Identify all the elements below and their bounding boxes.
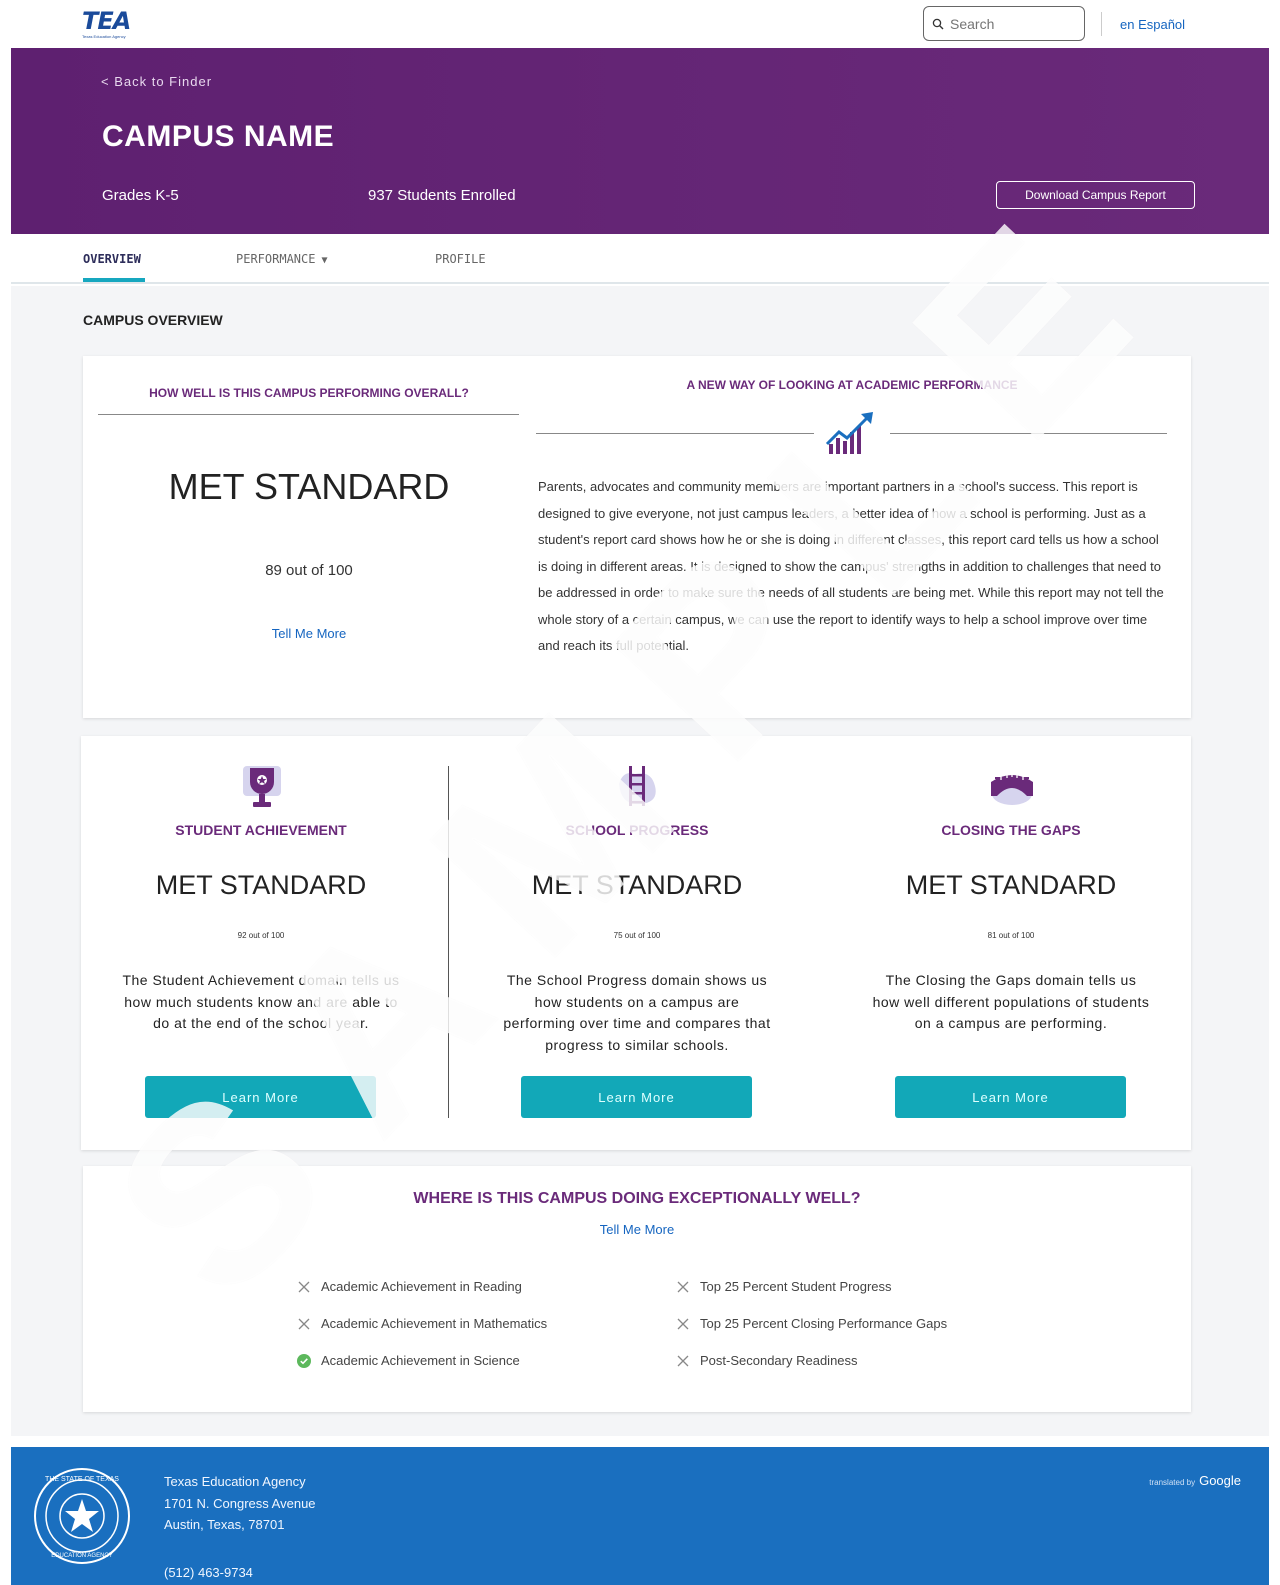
domain-title: SCHOOL PROGRESS	[565, 822, 709, 838]
x-icon	[677, 1281, 689, 1292]
campus-name: CAMPUS NAME	[102, 120, 335, 153]
domain-title: CLOSING THE GAPS	[941, 822, 1081, 838]
tab-performance-label: PERFORMANCE	[236, 252, 316, 266]
check-circle-icon	[297, 1353, 311, 1368]
domains-card: STUDENT ACHIEVEMENT MET STANDARD 92 out …	[81, 736, 1191, 1150]
footer-org: Texas Education Agency	[164, 1474, 306, 1489]
tab-overview[interactable]: OVERVIEW	[83, 252, 141, 266]
distinction-label: Academic Achievement in Mathematics	[321, 1316, 548, 1331]
google-translate-credit[interactable]: translated by Google	[1149, 1473, 1241, 1488]
enrollment-label: 937 Students Enrolled	[368, 187, 516, 204]
ladder-icon	[619, 766, 656, 806]
active-tab-indicator	[83, 278, 145, 282]
domain-rating: MET STANDARD	[905, 870, 1117, 900]
back-to-finder-link[interactable]: < Back to Finder	[101, 74, 212, 89]
growth-chart-icon	[825, 412, 873, 454]
distinction-item: Academic Achievement in Mathematics	[297, 1316, 547, 1331]
google-label: Google	[1199, 1473, 1241, 1488]
campus-hero: < Back to Finder CAMPUS NAME Grades K-5 …	[11, 48, 1269, 234]
intro-paragraph: Parents, advocates and community members…	[538, 479, 1164, 653]
bridge-icon	[991, 772, 1033, 805]
domain-score: 92 out of 100	[237, 931, 285, 940]
section-title: CAMPUS OVERVIEW	[83, 312, 223, 328]
tea-logo[interactable]: TEA Texas Education Agency	[82, 8, 152, 42]
texas-seal-icon: THE STATE OF TEXAS EDUCATION AGENCY	[34, 1468, 130, 1564]
footer-phone: (512) 463-9734	[164, 1565, 253, 1580]
domain-student-achievement: STUDENT ACHIEVEMENT MET STANDARD 92 out …	[81, 736, 441, 1150]
tab-performance[interactable]: PERFORMANCE ▼	[236, 252, 328, 266]
distinction-item: Post-Secondary Readiness	[676, 1353, 858, 1368]
distinctions-title: WHERE IS THIS CAMPUS DOING EXCEPTIONALLY…	[413, 1190, 861, 1207]
column-divider	[448, 766, 449, 1118]
distinction-item: Academic Achievement in Reading	[297, 1279, 522, 1294]
learn-more-button[interactable]: Learn More	[895, 1076, 1126, 1118]
distinction-label: Top 25 Percent Student Progress	[700, 1279, 892, 1294]
distinction-label: Top 25 Percent Closing Performance Gaps	[700, 1316, 948, 1331]
svg-text:THE STATE OF TEXAS: THE STATE OF TEXAS	[45, 1476, 119, 1483]
logo-text: TEA	[82, 7, 131, 35]
translated-by-label: translated by	[1149, 1478, 1196, 1487]
overall-card: HOW WELL IS THIS CAMPUS PERFORMING OVERA…	[83, 356, 1191, 718]
search-input[interactable]	[950, 15, 1070, 32]
tell-me-more-link[interactable]: Tell Me More	[99, 626, 519, 641]
domain-description: The Student Achievement domain tells us …	[122, 972, 400, 1031]
search-box[interactable]	[923, 6, 1085, 41]
tab-profile[interactable]: PROFILE	[435, 252, 486, 266]
logo-subtext: Texas Education Agency	[82, 34, 126, 39]
x-icon	[298, 1281, 310, 1292]
x-icon	[298, 1318, 310, 1329]
learn-more-button[interactable]: Learn More	[521, 1076, 752, 1118]
domain-rating: MET STANDARD	[155, 870, 367, 900]
distinction-label: Post-Secondary Readiness	[700, 1353, 858, 1368]
search-icon	[932, 18, 944, 29]
x-icon	[677, 1355, 689, 1366]
grades-label: Grades K-5	[102, 187, 179, 204]
learn-more-button[interactable]: Learn More	[145, 1076, 376, 1118]
main-content: CAMPUS OVERVIEW HOW WELL IS THIS CAMPUS …	[11, 286, 1269, 1436]
trophy-icon	[243, 766, 281, 807]
distinction-label: Academic Achievement in Science	[321, 1353, 520, 1368]
distinction-item: Top 25 Percent Student Progress	[676, 1279, 892, 1294]
download-report-button[interactable]: Download Campus Report	[996, 181, 1195, 209]
domain-description: The School Progress domain shows us how …	[503, 972, 771, 1053]
footer-address-line1: 1701 N. Congress Avenue	[164, 1495, 316, 1511]
header-divider	[1101, 12, 1102, 36]
domain-rating: MET STANDARD	[531, 870, 743, 900]
domain-closing-the-gaps: CLOSING THE GAPS MET STANDARD 81 out of …	[831, 736, 1191, 1150]
footer-address-line2: Austin, Texas, 78701	[164, 1517, 285, 1532]
chevron-down-icon: ▼	[321, 255, 328, 266]
distinction-item: Top 25 Percent Closing Performance Gaps	[676, 1316, 947, 1331]
divider	[890, 433, 1167, 434]
new-way-title: A NEW WAY OF LOOKING AT ACADEMIC PERFORM…	[686, 378, 1018, 392]
overall-question: HOW WELL IS THIS CAMPUS PERFORMING OVERA…	[149, 386, 469, 400]
language-link[interactable]: en Español	[1120, 17, 1185, 32]
footer-address: Texas Education Agency 1701 N. Congress …	[164, 1471, 316, 1536]
distinction-label: Academic Achievement in Reading	[321, 1279, 522, 1294]
divider	[98, 414, 519, 415]
divider	[536, 433, 814, 434]
top-bar: TEA Texas Education Agency en Español	[0, 0, 1280, 48]
domain-score: 81 out of 100	[987, 931, 1035, 940]
tab-bar: OVERVIEW PERFORMANCE ▼ PROFILE	[11, 234, 1269, 284]
overall-score: 89 out of 100	[265, 562, 353, 579]
distinction-item: Academic Achievement in Science	[297, 1353, 520, 1368]
domain-score: 75 out of 100	[613, 931, 661, 940]
domain-school-progress: SCHOOL PROGRESS MET STANDARD 75 out of 1…	[457, 736, 817, 1150]
domain-title: STUDENT ACHIEVEMENT	[175, 822, 347, 838]
footer: THE STATE OF TEXAS EDUCATION AGENCY Texa…	[11, 1447, 1269, 1585]
svg-text:EDUCATION AGENCY: EDUCATION AGENCY	[51, 1553, 113, 1559]
overall-rating: MET STANDARD	[168, 466, 450, 507]
distinctions-card: WHERE IS THIS CAMPUS DOING EXCEPTIONALLY…	[83, 1166, 1191, 1412]
x-icon	[677, 1318, 689, 1329]
tell-me-more-link[interactable]: Tell Me More	[83, 1222, 1191, 1237]
domain-description: The Closing the Gaps domain tells us how…	[872, 972, 1150, 1031]
